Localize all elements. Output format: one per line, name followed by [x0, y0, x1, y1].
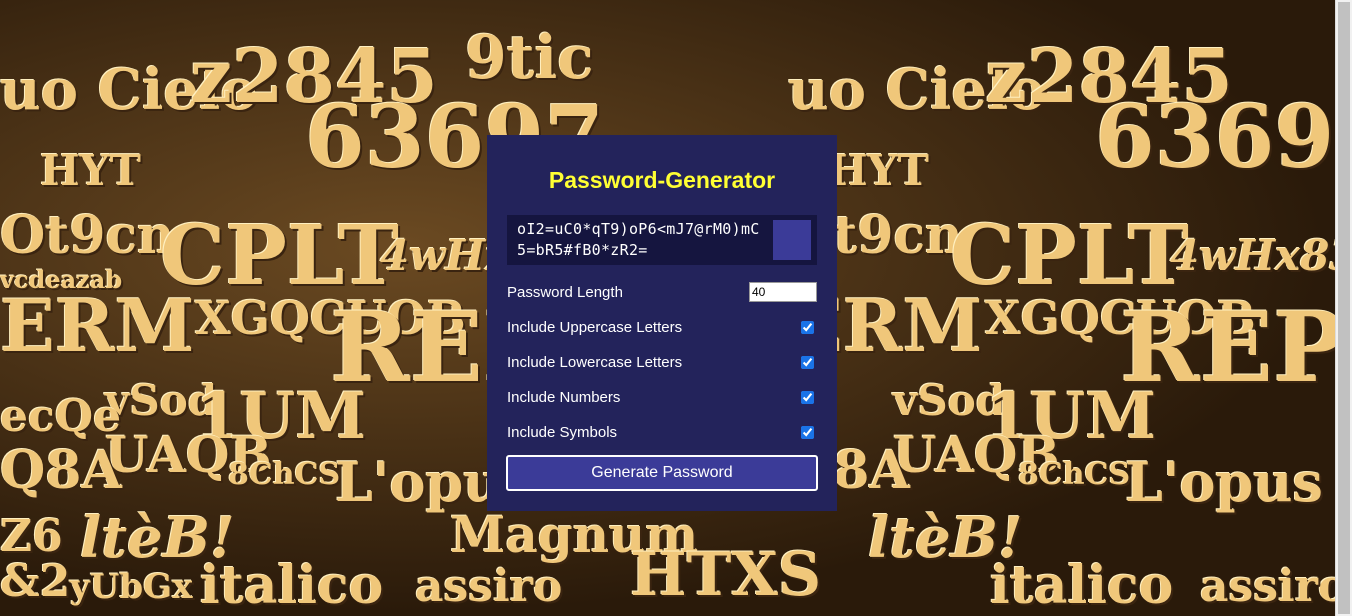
bg-word: Z6: [0, 511, 63, 562]
bg-word: 8ChCS: [1018, 457, 1131, 492]
bg-word: ecQe: [0, 391, 122, 442]
result-container: oI2=uC0*qT9)oP6<mJ7@rM0)mC5=bR5#fB0*zR2=: [507, 215, 817, 265]
generate-password-button[interactable]: Generate Password: [506, 455, 818, 491]
setting-numbers: Include Numbers: [507, 386, 817, 408]
length-input[interactable]: [749, 282, 817, 302]
bg-word: Ot9cn: [0, 205, 175, 266]
bg-word: 9tic: [465, 23, 594, 93]
bg-word: &2: [0, 556, 71, 607]
symbols-checkbox[interactable]: [801, 425, 814, 439]
length-label: Password Length: [507, 283, 623, 301]
bg-word: 63697: [1095, 87, 1336, 188]
bg-word: HYT: [828, 146, 929, 195]
bg-word: italico: [990, 555, 1174, 616]
bg-word: Q8A: [0, 440, 122, 501]
bg-word: 4wHx83: [1170, 231, 1336, 280]
bg-word: HTXS: [630, 540, 822, 610]
symbols-label: Include Symbols: [507, 423, 618, 441]
lowercase-label: Include Lowercase Letters: [507, 353, 683, 371]
setting-uppercase: Include Uppercase Letters: [507, 316, 817, 338]
bg-word: yUbGx: [70, 567, 193, 607]
bg-word: assiro: [1200, 561, 1336, 612]
scrollbar-thumb[interactable]: [1338, 2, 1350, 614]
generated-password: oI2=uC0*qT9)oP6<mJ7@rM0)mC5=bR5#fB0*zR2=: [517, 220, 760, 259]
bg-word: ERM: [0, 283, 195, 368]
bg-word: CPLT: [160, 208, 399, 304]
page-scrollbar[interactable]: [1335, 0, 1352, 616]
bg-word: italico: [200, 555, 384, 616]
bg-word: L'opus: [1125, 450, 1323, 514]
bg-word: 8ChCS: [228, 457, 341, 492]
setting-lowercase: Include Lowercase Letters: [507, 351, 817, 373]
setting-symbols: Include Symbols: [507, 421, 817, 443]
uppercase-label: Include Uppercase Letters: [507, 318, 683, 336]
copy-to-clipboard-button[interactable]: [773, 220, 811, 260]
password-generator-card: Password-Generator oI2=uC0*qT9)oP6<mJ7@r…: [487, 135, 837, 511]
uppercase-checkbox[interactable]: [801, 320, 814, 334]
lowercase-checkbox[interactable]: [801, 355, 814, 369]
numbers-label: Include Numbers: [507, 388, 621, 406]
bg-word: HYT: [40, 146, 141, 195]
page-title: Password-Generator: [548, 167, 776, 193]
numbers-checkbox[interactable]: [801, 390, 814, 404]
setting-length: Password Length: [507, 281, 817, 303]
bg-word: CPLT: [950, 208, 1189, 304]
bg-word: assiro: [415, 561, 563, 612]
